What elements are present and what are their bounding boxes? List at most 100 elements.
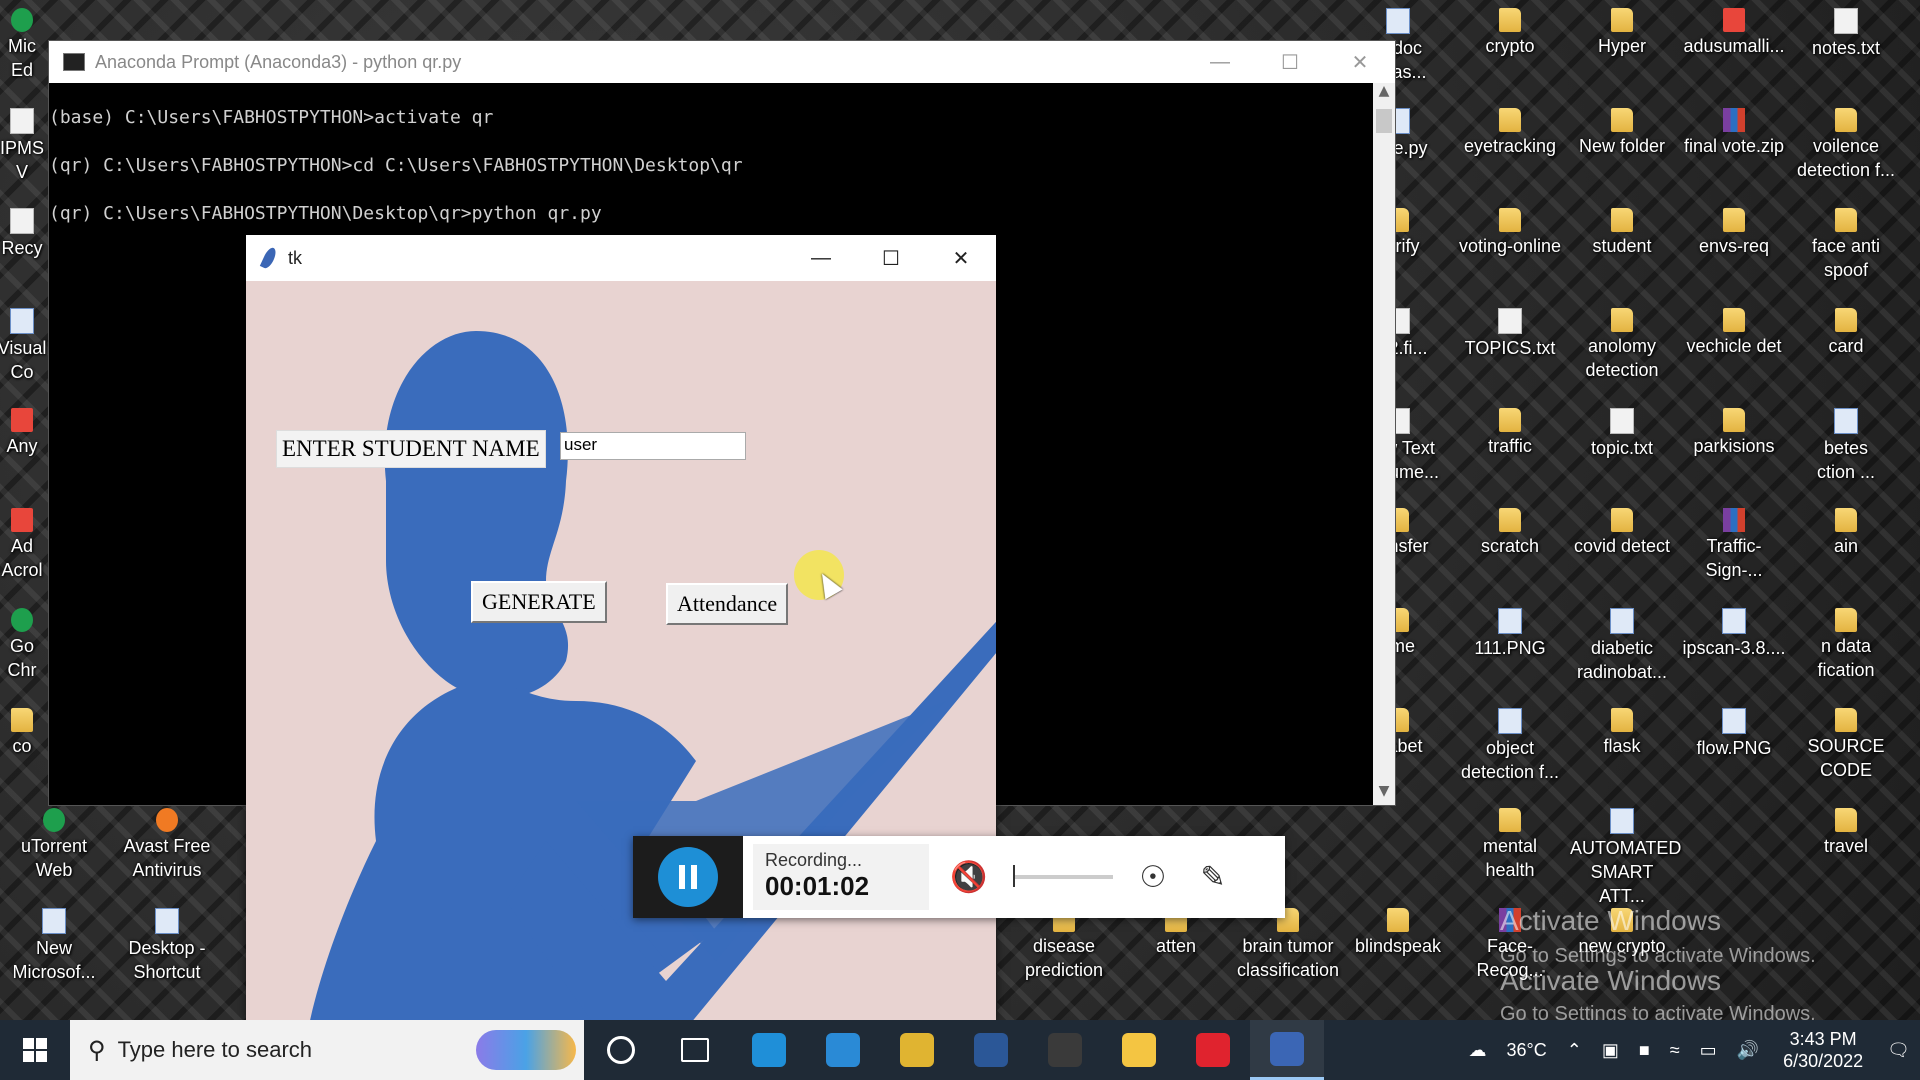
opera-icon[interactable] bbox=[1176, 1020, 1250, 1080]
desktop-icon[interactable]: New folder bbox=[1570, 108, 1674, 158]
meet-now-icon[interactable]: ▣ bbox=[1602, 1040, 1619, 1061]
desktop-icon[interactable]: anolomy detection bbox=[1570, 308, 1674, 382]
desktop-icon-label: SOURCE CODE bbox=[1807, 736, 1885, 780]
desktop-icon[interactable]: final vote.zip bbox=[1682, 108, 1786, 158]
console-scrollbar[interactable]: ▲ ▼ bbox=[1373, 83, 1395, 805]
tk-maximize-button[interactable]: ☐ bbox=[856, 237, 926, 279]
volume-icon[interactable]: 🔊 bbox=[1737, 1040, 1759, 1061]
desktop-icon[interactable]: 111.PNG bbox=[1458, 608, 1562, 660]
desktop-icon[interactable]: blindspeak bbox=[1346, 908, 1450, 958]
desktop-icon[interactable]: Desktop - Shortcut bbox=[115, 908, 219, 984]
desktop-icon[interactable]: crypto bbox=[1458, 8, 1562, 58]
vscode-icon[interactable] bbox=[806, 1020, 880, 1080]
desktop-icon[interactable]: disease prediction bbox=[1012, 908, 1116, 982]
desktop-icon-label: brain tumor classification bbox=[1236, 936, 1340, 980]
desktop-icon-label: AUTOMATED SMART ATT... bbox=[1570, 838, 1682, 906]
desktop-icon[interactable]: flow.PNG bbox=[1682, 708, 1786, 760]
tk-minimize-button[interactable]: — bbox=[786, 237, 856, 279]
cortana-icon[interactable] bbox=[584, 1020, 658, 1080]
desktop-icon[interactable]: TOPICS.txt bbox=[1458, 308, 1562, 360]
console-maximize-button[interactable]: ☐ bbox=[1255, 41, 1325, 83]
desktop-icon[interactable]: New Microsof... bbox=[2, 908, 106, 984]
recording-time: 00:01:02 bbox=[765, 871, 870, 901]
desktop-icon[interactable]: student bbox=[1570, 208, 1674, 258]
desktop-icon[interactable]: parkisions bbox=[1682, 408, 1786, 458]
desktop-icon[interactable]: card bbox=[1794, 308, 1898, 358]
console-close-button[interactable]: ✕ bbox=[1325, 41, 1395, 83]
desktop-icon[interactable]: envs-req bbox=[1682, 208, 1786, 258]
desktop-icon[interactable]: Traffic-Sign-... bbox=[1682, 508, 1786, 582]
taskbar-search-box[interactable]: ⚲ Type here to search bbox=[70, 1020, 584, 1080]
pause-button[interactable] bbox=[658, 847, 718, 907]
webcam-add-icon[interactable]: ☉ bbox=[1133, 857, 1173, 897]
desktop-icon[interactable]: adusumalli... bbox=[1682, 8, 1786, 58]
desktop-icon[interactable]: voting-online bbox=[1458, 208, 1562, 258]
desktop-icon[interactable]: travel bbox=[1794, 808, 1898, 858]
generate-button[interactable]: GENERATE bbox=[471, 581, 607, 623]
desktop-icon[interactable]: scratch bbox=[1458, 508, 1562, 558]
speaker-muted-icon[interactable]: 🔇 bbox=[949, 857, 989, 897]
attendance-button[interactable]: Attendance bbox=[666, 583, 789, 625]
clock[interactable]: 3:43 PM 6/30/2022 bbox=[1783, 1028, 1863, 1072]
desktop-icon[interactable]: topic.txt bbox=[1570, 408, 1674, 460]
desktop-icon-label: blindspeak bbox=[1354, 936, 1442, 956]
wifi-icon[interactable]: ≈ bbox=[1670, 1040, 1680, 1061]
desktop-icon[interactable]: Avast Free Antivirus bbox=[115, 808, 219, 882]
file-icon bbox=[1610, 408, 1634, 434]
tk-close-button[interactable]: ✕ bbox=[926, 237, 996, 279]
console-titlebar[interactable]: Anaconda Prompt (Anaconda3) - python qr.… bbox=[49, 41, 1395, 83]
scroll-down-arrow-icon[interactable]: ▼ bbox=[1373, 783, 1395, 805]
word-icon[interactable] bbox=[954, 1020, 1028, 1080]
file-explorer-icon[interactable] bbox=[1102, 1020, 1176, 1080]
notification-icon[interactable]: 🗨 bbox=[1887, 1040, 1910, 1061]
console-minimize-button[interactable]: — bbox=[1185, 41, 1255, 83]
desktop-icon[interactable]: SOURCE CODE bbox=[1794, 708, 1898, 782]
edge-icon[interactable] bbox=[732, 1020, 806, 1080]
desktop-icon[interactable]: mental health bbox=[1458, 808, 1562, 882]
scroll-thumb[interactable] bbox=[1376, 109, 1392, 133]
app-icon bbox=[11, 8, 33, 32]
desktop-icon[interactable]: n data fication bbox=[1794, 608, 1898, 682]
temperature[interactable]: 36°C bbox=[1507, 1040, 1547, 1061]
recorder-pause-area[interactable] bbox=[633, 836, 743, 918]
desktop-icon[interactable]: covid detect bbox=[1570, 508, 1674, 558]
desktop-icon[interactable]: AUTOMATED SMART ATT... bbox=[1570, 808, 1681, 908]
battery-icon[interactable]: ▭ bbox=[1700, 1040, 1717, 1061]
volume-slider[interactable] bbox=[1013, 865, 1113, 887]
terminal-icon[interactable] bbox=[1028, 1020, 1102, 1080]
tray-app-icon[interactable]: ■ bbox=[1639, 1040, 1650, 1061]
python-feather-icon[interactable] bbox=[1250, 1020, 1324, 1080]
desktop-icon[interactable]: vechicle det bbox=[1682, 308, 1786, 358]
desktop-icon-label: anolomy detection bbox=[1585, 336, 1659, 380]
desktop-icon-label: parkisions bbox=[1693, 436, 1775, 456]
desktop-icon[interactable]: flask bbox=[1570, 708, 1674, 758]
desktop-icon[interactable]: eyetracking bbox=[1458, 108, 1562, 158]
chrome-icon[interactable] bbox=[880, 1020, 954, 1080]
desktop-icon[interactable]: brain tumor classification bbox=[1236, 908, 1340, 982]
desktop-icon[interactable]: diabetic radinobat... bbox=[1570, 608, 1674, 684]
student-name-input[interactable]: user bbox=[560, 432, 746, 460]
opera-icon-glyph bbox=[1196, 1033, 1230, 1067]
pen-icon[interactable]: ✎ bbox=[1193, 857, 1233, 897]
scroll-up-arrow-icon[interactable]: ▲ bbox=[1373, 83, 1395, 105]
tk-titlebar[interactable]: tk — ☐ ✕ bbox=[246, 235, 996, 281]
desktop-icon[interactable]: object detection f... bbox=[1458, 708, 1562, 784]
desktop-icon[interactable]: ain bbox=[1794, 508, 1898, 558]
desktop-icon[interactable]: betes ction ... bbox=[1794, 408, 1898, 484]
task-view-icon[interactable] bbox=[658, 1020, 732, 1080]
weather-icon[interactable]: ☁ bbox=[1469, 1040, 1487, 1061]
chevron-up-icon[interactable]: ⌃ bbox=[1567, 1040, 1582, 1061]
desktop-icon[interactable]: uTorrent Web bbox=[2, 808, 106, 882]
folder-icon bbox=[1611, 708, 1633, 732]
desktop-icon[interactable]: traffic bbox=[1458, 408, 1562, 458]
screen-recorder-bar[interactable]: Recording... 00:01:02 🔇 ☉ ✎ bbox=[633, 836, 1285, 918]
desktop-icon[interactable]: face anti spoof bbox=[1794, 208, 1898, 282]
desktop-icon-label: Hyper bbox=[1597, 36, 1646, 56]
desktop-icon[interactable]: notes.txt bbox=[1794, 8, 1898, 60]
taskbar: ⚲ Type here to search ☁ 36°C ⌃ ▣ ■ ≈ ▭ 🔊… bbox=[0, 1020, 1920, 1080]
desktop-icon[interactable]: voilence detection f... bbox=[1794, 108, 1898, 182]
start-button[interactable] bbox=[0, 1020, 70, 1080]
desktop-icon[interactable]: ipscan-3.8.... bbox=[1682, 608, 1786, 660]
desktop-icon[interactable]: Hyper bbox=[1570, 8, 1674, 58]
file-explorer-icon-glyph bbox=[1122, 1033, 1156, 1067]
